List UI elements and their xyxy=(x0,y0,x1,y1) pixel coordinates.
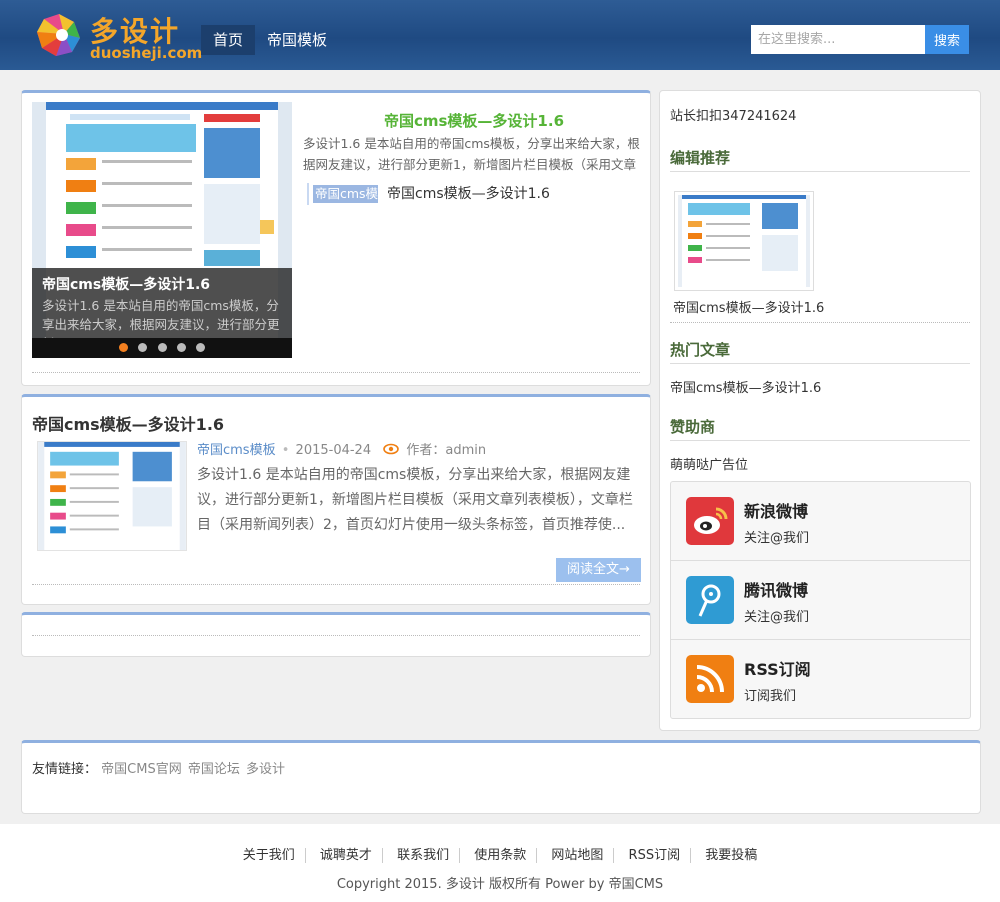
social-weibo-sub: 关注@我们 xyxy=(744,531,810,546)
footer-link-sitemap[interactable]: 网站地图 xyxy=(541,848,615,863)
article-author: 作者：admin xyxy=(406,443,487,458)
hot-article-link[interactable]: 帝国cms模板—多设计1.6 xyxy=(670,377,821,396)
copyright: Copyright 2015. 多设计 版权所有 Power by 帝国CMS xyxy=(336,877,664,892)
footer-link-jobs[interactable]: 诚聘英才 xyxy=(309,848,383,863)
friend-links-label: 友情链接： xyxy=(32,762,98,777)
editor-pick-thumbnail[interactable] xyxy=(674,191,814,291)
article-meta: 帝国cms模板 • 2015-04-24 作者：admin xyxy=(197,441,486,461)
footer-nav: 关于我们 诚聘英才 联系我们 使用条款 网站地图 RSS订阅 我要投稿 xyxy=(0,844,1000,863)
feature-item-link[interactable]: 帝国cms模板—多设计1.6 xyxy=(387,183,550,205)
divider xyxy=(670,171,970,172)
logo-domain: duosheji.com xyxy=(90,44,203,62)
footer-link-contact[interactable]: 联系我们 xyxy=(387,848,461,863)
nav-home[interactable]: 首页 xyxy=(201,25,256,55)
social-rss-name: RSS订阅 xyxy=(744,660,811,679)
site-footer: 关于我们 诚聘英才 联系我们 使用条款 网站地图 RSS订阅 我要投稿 Copy… xyxy=(0,824,1000,902)
footer-link-about[interactable]: 关于我们 xyxy=(232,848,306,863)
sponsor-ad-text: 萌萌哒广告位 xyxy=(670,458,749,473)
site-logo[interactable]: 多设计 duosheji.com xyxy=(34,10,202,62)
site-header: 多设计 duosheji.com 首页 帝国模板 搜索 xyxy=(0,0,1000,70)
social-tencent-weibo[interactable]: 腾讯微博 关注@我们 xyxy=(671,561,970,640)
slide-dot-5[interactable] xyxy=(195,343,205,352)
search-input[interactable] xyxy=(751,25,925,54)
sponsor-heading: 赞助商 xyxy=(670,418,716,436)
slide-caption: 帝国cms模板—多设计1.6 多设计1.6 是本站自用的帝国cms模板，分享出来… xyxy=(32,268,292,351)
slide-title[interactable]: 帝国cms模板—多设计1.6 xyxy=(42,276,282,294)
meta-separator: • xyxy=(281,443,290,458)
footer-link-rss[interactable]: RSS订阅 xyxy=(618,848,692,863)
feature-item-tag: 帝国cms模 xyxy=(313,185,378,203)
feature-desc: 多设计1.6 是本站自用的帝国cms模板，分享出来给大家，根据网友建议，进行部分… xyxy=(303,136,640,172)
social-rss[interactable]: RSS订阅 订阅我们 xyxy=(671,640,970,719)
empty-list-box xyxy=(21,612,651,657)
weibo-icon xyxy=(686,497,734,545)
slide-dot-2[interactable] xyxy=(138,343,148,352)
read-more-button[interactable]: 阅读全文→ xyxy=(556,558,641,582)
friend-link-duosheji[interactable]: 多设计 xyxy=(246,762,285,777)
eye-icon xyxy=(383,443,400,455)
editor-pick-image xyxy=(678,195,810,287)
featured-box: 帝国cms模板—多设计1.6 多设计1.6 是本站自用的帝国cms模板，分享出来… xyxy=(21,90,651,386)
search-bar: 搜索 xyxy=(751,25,969,54)
admin-qq: 站长扣扣347241624 xyxy=(670,109,797,124)
footer-link-submit[interactable]: 我要投稿 xyxy=(695,848,767,863)
tencent-weibo-icon xyxy=(686,576,734,624)
social-tencent-name: 腾讯微博 xyxy=(744,581,809,600)
nav-empire-templates[interactable]: 帝国模板 xyxy=(255,25,339,55)
feature-title[interactable]: 帝国cms模板—多设计1.6 xyxy=(304,110,644,131)
divider xyxy=(32,372,640,373)
divider xyxy=(670,322,970,323)
editor-picks-heading: 编辑推荐 xyxy=(670,149,731,167)
slideshow[interactable]: 帝国cms模板—多设计1.6 多设计1.6 是本站自用的帝国cms模板，分享出来… xyxy=(32,102,292,358)
article-thumbnail[interactable] xyxy=(37,441,187,551)
slide-dot-4[interactable] xyxy=(176,343,186,352)
feature-item-line xyxy=(307,183,309,205)
friend-link-empire-forum[interactable]: 帝国论坛 xyxy=(188,762,240,777)
footer-link-terms[interactable]: 使用条款 xyxy=(464,848,538,863)
divider xyxy=(32,635,640,636)
sidebar: 站长扣扣347241624 编辑推荐 帝国cms模板—多设计1.6 热门文章 帝… xyxy=(659,90,981,731)
social-tencent-sub: 关注@我们 xyxy=(744,610,810,625)
article-title[interactable]: 帝国cms模板—多设计1.6 xyxy=(32,411,224,435)
article-card: 帝国cms模板—多设计1.6 帝国cms模板 • 2015-04-24 作者：a… xyxy=(21,394,651,605)
divider xyxy=(670,363,970,364)
social-rss-sub: 订阅我们 xyxy=(744,689,797,704)
friend-links: 友情链接： 帝国CMS官网 帝国论坛 多设计 xyxy=(32,758,287,777)
social-follow-panel: 新浪微博 关注@我们 腾讯微博 关注@我们 RSS订阅 订阅我们 xyxy=(670,481,971,719)
slide-dot-1[interactable] xyxy=(119,343,129,352)
divider xyxy=(32,584,640,585)
slide-dots xyxy=(32,338,292,358)
social-weibo-name: 新浪微博 xyxy=(744,502,809,521)
slide-dot-3[interactable] xyxy=(157,343,167,352)
feature-list-item[interactable]: 帝国cms模 帝国cms模板—多设计1.6 xyxy=(307,183,637,205)
divider xyxy=(670,440,970,441)
main-nav: 首页 帝国模板 xyxy=(201,25,339,55)
social-weibo[interactable]: 新浪微博 关注@我们 xyxy=(671,482,970,561)
editor-pick-link[interactable]: 帝国cms模板—多设计1.6 xyxy=(673,297,824,316)
hot-articles-heading: 热门文章 xyxy=(670,341,731,359)
logo-icon xyxy=(37,14,80,56)
article-summary: 多设计1.6 是本站自用的帝国cms模板，分享出来给大家，根据网友建议，进行部分… xyxy=(197,467,633,533)
friend-links-box: 友情链接： 帝国CMS官网 帝国论坛 多设计 xyxy=(21,740,981,814)
article-date: 2015-04-24 xyxy=(295,443,372,458)
search-button[interactable]: 搜索 xyxy=(925,25,969,54)
article-category[interactable]: 帝国cms模板 xyxy=(197,443,276,458)
friend-link-empire-cms[interactable]: 帝国CMS官网 xyxy=(101,762,182,777)
rss-icon xyxy=(686,655,734,703)
